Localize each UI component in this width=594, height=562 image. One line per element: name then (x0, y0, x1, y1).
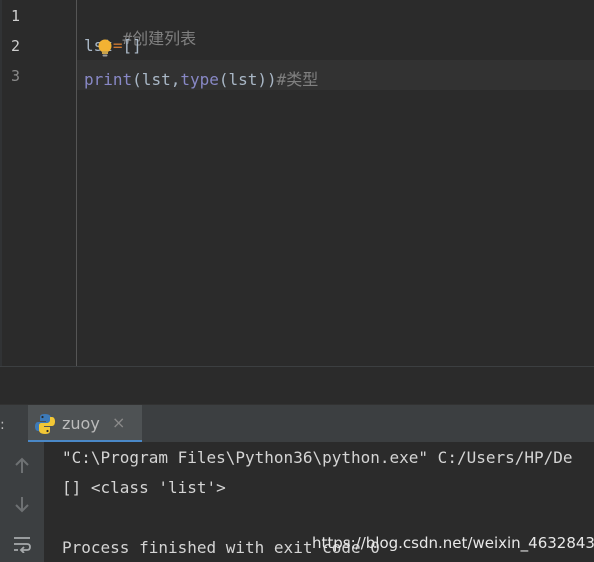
python-icon (34, 413, 56, 435)
run-toolbar (0, 442, 44, 562)
run-tab-zuoy[interactable]: zuoy × (28, 405, 142, 443)
line-number-3: 3 (11, 67, 21, 85)
code-editor[interactable]: 1 2 3 #创建列表 lst=[] print(lst,type(lst))#… (0, 0, 594, 366)
line-number-2: 2 (11, 37, 21, 55)
list-literal: [] (122, 36, 142, 55)
run-tab-title: zuoy (62, 414, 100, 433)
arrow-up-icon[interactable] (10, 454, 34, 478)
editor-left-strip (0, 0, 2, 366)
close-icon[interactable]: × (112, 413, 125, 432)
type-builtin: type (180, 70, 219, 89)
watermark: https://blog.csdn.net/weixin_46328436 (312, 534, 594, 552)
console-line-output: [] <class 'list'> (62, 478, 226, 497)
lightbulb-icon[interactable] (96, 38, 114, 58)
run-panel-header: : zuoy × (0, 404, 594, 443)
line-number-1: 1 (11, 7, 21, 25)
assign-operator: = (112, 36, 123, 55)
console-line-command: "C:\Program Files\Python36\python.exe" C… (62, 448, 573, 467)
soft-wrap-icon[interactable] (10, 532, 34, 556)
comment-text: #类型 (276, 70, 319, 89)
arrow-down-icon[interactable] (10, 492, 34, 516)
gutter-separator (76, 0, 77, 366)
panel-gap (0, 367, 594, 404)
print-builtin: print (84, 70, 133, 89)
code-line-3[interactable]: print(lst,type(lst))#类型 (84, 66, 318, 90)
print-args: (lst, (132, 70, 181, 89)
run-label: : (0, 417, 5, 433)
type-args: (lst)) (218, 70, 277, 89)
